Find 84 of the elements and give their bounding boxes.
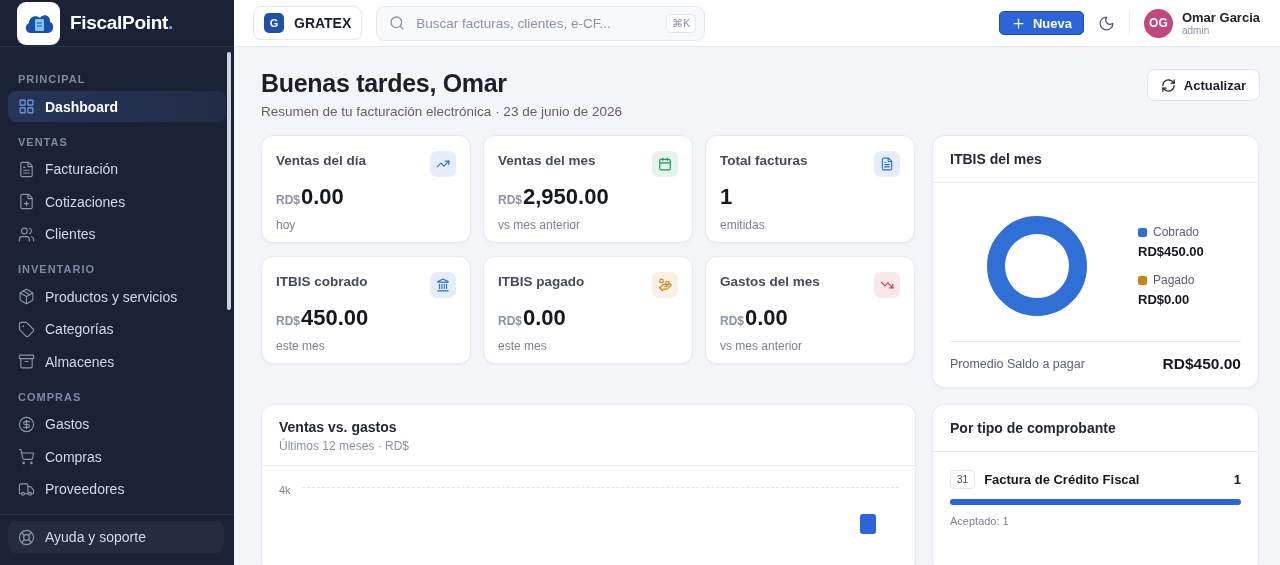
stat-value: 450.00 bbox=[301, 305, 369, 331]
stat-value: 0.00 bbox=[301, 184, 344, 210]
summary-value: RD$450.00 bbox=[1162, 354, 1241, 373]
currency-prefix: RD$ bbox=[276, 314, 300, 328]
nav-item[interactable]: Proveedores bbox=[8, 473, 226, 505]
section-heading: PRINCIPAL bbox=[17, 72, 87, 87]
axis-tick-label: 4k bbox=[279, 484, 291, 496]
legend-label: Pagado bbox=[1138, 273, 1204, 287]
stat-note: este mes bbox=[498, 339, 548, 353]
document-icon bbox=[18, 160, 35, 178]
refresh-icon bbox=[1160, 77, 1176, 93]
stat-note: vs mes anterior bbox=[498, 218, 582, 232]
type-status: Aceptado: 1 bbox=[950, 515, 1010, 527]
grid-icon bbox=[18, 98, 35, 115]
page-subtitle: Resumen de tu facturación electrónica · 23 de junio de 2026 bbox=[261, 104, 622, 119]
search-icon bbox=[389, 15, 406, 31]
stat-value: 1 bbox=[720, 184, 733, 210]
legend-label: Cobrado bbox=[1138, 225, 1204, 239]
tag-icon bbox=[18, 320, 35, 338]
stat-note: este mes bbox=[276, 339, 326, 353]
moon-icon bbox=[1097, 14, 1115, 32]
user-name: Omar Garcia bbox=[1181, 10, 1260, 25]
nav-item[interactable]: Clientes bbox=[8, 218, 226, 250]
currency-prefix: RD$ bbox=[720, 314, 744, 328]
stat-note: hoy bbox=[276, 218, 297, 232]
truck-icon bbox=[18, 480, 35, 498]
archive-icon bbox=[18, 353, 35, 370]
summary-label: Promedio Saldo a pagar bbox=[950, 356, 1085, 371]
type-count: 1 bbox=[1233, 472, 1241, 487]
lifebuoy-icon bbox=[18, 528, 35, 546]
stat-title: Gastos del mes bbox=[720, 274, 820, 289]
bar-drawing bbox=[860, 514, 876, 534]
users-icon bbox=[18, 225, 35, 243]
company-badge: G bbox=[264, 13, 284, 33]
cloud-document-logo bbox=[17, 1, 60, 45]
stat-value: 2,950.00 bbox=[523, 184, 609, 210]
nav-item[interactable]: Categorías bbox=[8, 313, 226, 345]
card-title: Ventas vs. gastos bbox=[279, 419, 398, 435]
type-name: Factura de Crédito Fiscal bbox=[984, 472, 1141, 487]
nav-item[interactable]: Facturación bbox=[8, 153, 226, 185]
plus-icon bbox=[1010, 15, 1026, 31]
nav-item[interactable]: Compras bbox=[8, 441, 226, 472]
currency-prefix: RD$ bbox=[276, 193, 300, 207]
brand-name: FiscalPoint. bbox=[70, 12, 174, 34]
page-title: Buenas tardes, Omar bbox=[261, 69, 508, 98]
shortcut-hint: ⌘K bbox=[665, 13, 697, 33]
currency-prefix: RD$ bbox=[498, 314, 522, 328]
legend-value: RD$0.00 bbox=[1138, 292, 1191, 307]
theme-toggle[interactable] bbox=[1097, 14, 1115, 32]
cart-icon bbox=[18, 448, 35, 465]
user-role: admin bbox=[1181, 25, 1211, 36]
stat-title: Total facturas bbox=[720, 153, 808, 168]
stat-title: Ventas del día bbox=[276, 153, 367, 168]
nav-item[interactable]: Dashboard bbox=[8, 91, 226, 122]
nav-item[interactable]: Cotizaciones bbox=[8, 186, 226, 217]
stat-title: Ventas del mes bbox=[498, 153, 596, 168]
card-title: Por tipo de comprobante bbox=[933, 405, 1258, 452]
type-code: 31 bbox=[950, 470, 976, 489]
stat-title: ITBIS cobrado bbox=[276, 274, 368, 289]
legend-value: RD$450.00 bbox=[1138, 244, 1204, 259]
scrollbar[interactable] bbox=[227, 52, 231, 310]
nav-item[interactable]: Gastos bbox=[8, 408, 226, 440]
help-button[interactable]: Ayuda y soporte bbox=[8, 521, 224, 553]
stat-value: 0.00 bbox=[523, 305, 566, 331]
refresh-button[interactable]: Actualizar bbox=[1146, 69, 1260, 101]
document-plus-icon bbox=[18, 193, 35, 210]
dollar-icon bbox=[18, 415, 35, 433]
nav-item[interactable]: Productos y servicios bbox=[8, 281, 226, 312]
user-avatar[interactable]: OG bbox=[1143, 8, 1173, 38]
currency-prefix: RD$ bbox=[498, 193, 522, 207]
stat-note: emitidas bbox=[720, 218, 766, 232]
stat-title: ITBIS pagado bbox=[498, 274, 585, 289]
search-input[interactable]: Buscar facturas, clientes, e-CF... bbox=[414, 14, 657, 32]
new-button[interactable]: Nueva bbox=[998, 11, 1084, 35]
section-heading: COMPRAS bbox=[17, 389, 83, 405]
section-heading: VENTAS bbox=[17, 134, 69, 150]
box-icon bbox=[18, 288, 35, 305]
stat-note: vs mes anterior bbox=[720, 339, 804, 353]
nav-item[interactable]: Almacenes bbox=[8, 346, 226, 377]
stat-value: 0.00 bbox=[745, 305, 788, 331]
card-subtitle: Últimos 12 meses · RD$ bbox=[279, 439, 411, 453]
card-title: ITBIS del mes bbox=[933, 136, 1258, 183]
section-heading: INVENTARIO bbox=[17, 262, 97, 277]
company-switcher[interactable]: G GRATEX bbox=[253, 6, 363, 40]
